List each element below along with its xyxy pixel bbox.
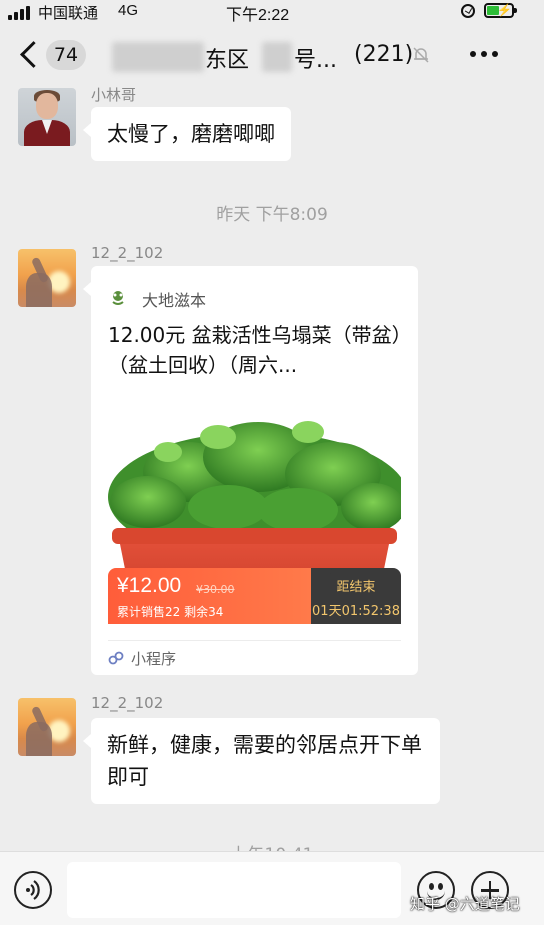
back-icon[interactable] xyxy=(18,42,42,66)
card-source: 大地滋本 xyxy=(142,291,207,310)
status-bar: 中国联通 4G 下午2:22 ⚡ xyxy=(0,0,544,24)
original-price: ¥30.00 xyxy=(196,583,235,596)
countdown-label: 距结束 xyxy=(336,580,376,595)
unread-count-badge[interactable]: 74 xyxy=(46,40,86,70)
shop-logo-icon xyxy=(112,291,124,305)
current-price: ¥12.00 xyxy=(117,574,182,597)
more-options-icon[interactable] xyxy=(470,51,498,57)
price-banner: ¥12.00 ¥30.00 累计销售22 剩余34 距结束 01天01:52:3… xyxy=(108,568,401,624)
redacted-title-part xyxy=(112,42,204,72)
mini-program-icon xyxy=(108,651,124,665)
card-title: 12.00元 盆栽活性乌塌菜（带盆）（盆土回收）（周六... xyxy=(108,323,402,377)
mini-program-label: 小程序 xyxy=(131,650,177,668)
battery-icon: ⚡ xyxy=(484,3,517,18)
avatar[interactable] xyxy=(18,249,76,307)
timestamp: 昨天 下午8:09 xyxy=(216,205,328,225)
message-bubble[interactable]: 新鲜，健康，需要的邻居点开下单即可 xyxy=(83,718,440,804)
status-time: 下午2:22 xyxy=(226,7,290,24)
sender-name: 12_2_102 xyxy=(91,244,164,262)
countdown-panel: 距结束 01天01:52:38 xyxy=(311,568,401,624)
chat-title-part1: 东区 xyxy=(205,48,250,73)
avatar[interactable] xyxy=(18,698,76,756)
countdown-timer: 01天01:52:38 xyxy=(312,604,400,619)
voice-input-icon[interactable] xyxy=(14,871,52,909)
sender-name: 12_2_102 xyxy=(91,694,164,712)
mini-program-card[interactable]: 大地滋本 12.00元 盆栽活性乌塌菜（带盆）（盆土回收）（周六... ¥12.… xyxy=(83,266,418,675)
carrier-name: 中国联通 xyxy=(38,5,99,22)
avatar[interactable] xyxy=(18,88,76,146)
network-type: 4G xyxy=(118,2,139,19)
member-count: (221) xyxy=(354,42,414,67)
chat-title-part2: 号... xyxy=(294,48,337,73)
sold-count: 累计销售22 xyxy=(117,605,181,619)
divider xyxy=(108,640,401,641)
chat-header: 74 东区 号... (221) xyxy=(0,28,544,84)
sender-name: 小林哥 xyxy=(91,86,137,104)
watermark: 知乎 @六道笔记 xyxy=(410,895,520,913)
redacted-title-part xyxy=(262,42,292,72)
orientation-lock-icon xyxy=(461,4,475,18)
message-input[interactable] xyxy=(67,862,401,918)
signal-icon xyxy=(8,6,30,20)
remaining-count: 剩余34 xyxy=(184,605,224,619)
mute-bell-icon xyxy=(413,47,429,63)
message-bubble[interactable]: 太慢了，磨磨唧唧 xyxy=(83,107,291,161)
